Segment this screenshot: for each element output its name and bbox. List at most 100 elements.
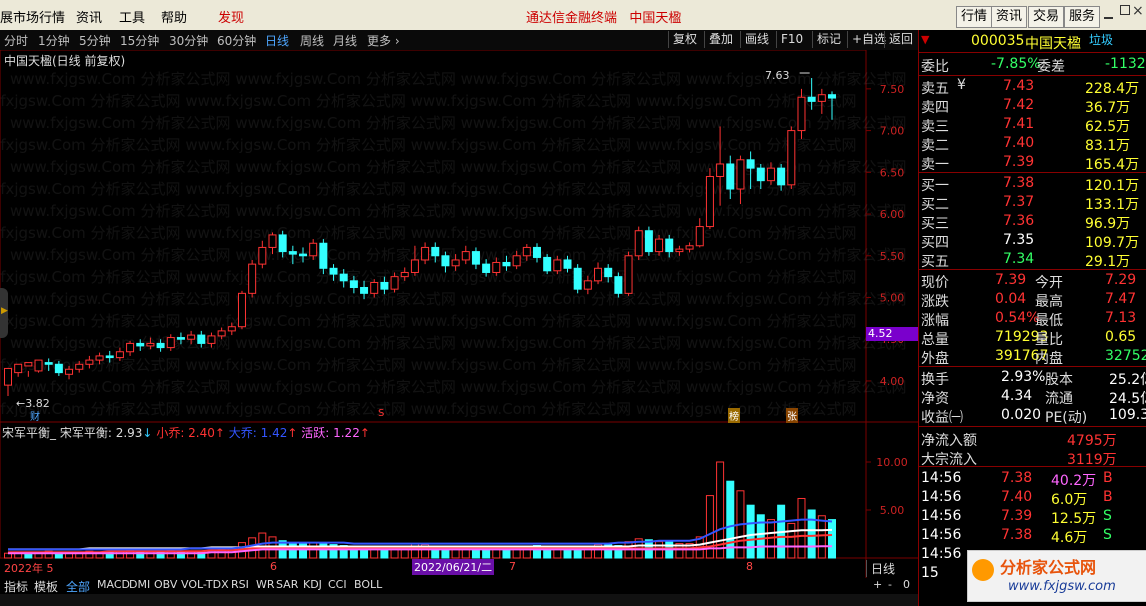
candle-body xyxy=(24,362,33,367)
event-marker-limit[interactable]: 张 xyxy=(786,408,798,423)
tab-obv[interactable]: OBV xyxy=(154,578,177,591)
period-tab[interactable]: 月线 xyxy=(333,32,357,49)
indicator-legend: 宋军平衡_ 宋军平衡: 2.93↓ 小乔: 2.40↑ 大乔: 1.42↑ 活跃… xyxy=(2,424,370,441)
tool-f10[interactable]: F10 xyxy=(776,31,803,48)
candle-body xyxy=(54,363,63,374)
btn-quote[interactable]: 行情 xyxy=(956,6,993,28)
maximize-icon[interactable] xyxy=(1120,5,1130,15)
date-label: 8 xyxy=(746,560,753,573)
tool-draw[interactable]: 画线 xyxy=(740,31,769,48)
candle-body xyxy=(187,334,196,340)
candle-body xyxy=(319,242,328,269)
zoom-out-button[interactable]: - xyxy=(888,578,892,591)
high-price-label: 7.63 xyxy=(765,69,790,82)
period-tab-active[interactable]: 日线 xyxy=(265,32,289,49)
menu-market[interactable]: 展市场行情 xyxy=(0,7,65,26)
reset-button[interactable]: 0 xyxy=(903,578,910,591)
zoom-in-button[interactable]: + xyxy=(873,578,882,591)
tab-indicator[interactable]: 指标 xyxy=(4,578,28,595)
tab-macd[interactable]: MACD xyxy=(97,578,130,591)
sell-level-price: 7.43 xyxy=(1003,78,1035,94)
tab-cci[interactable]: CCI xyxy=(328,578,347,591)
tab-sar[interactable]: SAR xyxy=(276,578,298,591)
candle-body xyxy=(44,362,53,365)
tab-all[interactable]: 全部 xyxy=(66,578,90,595)
sell-level-volume: 36.7万 xyxy=(1085,100,1131,116)
date-label: 2022年 5 xyxy=(4,562,54,575)
period-tab[interactable]: 15分钟 xyxy=(120,32,159,49)
watermark-text: www.fxjgsw.Com 分析家公式网 www.fxjgsw.Com 分析家… xyxy=(0,356,857,374)
tab-template[interactable]: 模板 xyxy=(34,578,58,595)
tick-time: 14:56 xyxy=(921,527,962,543)
menu-news[interactable]: 资讯 xyxy=(76,7,102,26)
tick-volume: 6.0万 xyxy=(1051,492,1088,508)
candle-body xyxy=(227,326,236,332)
menu-discover[interactable]: 发现 xyxy=(218,7,244,26)
buy-level-volume: 96.9万 xyxy=(1085,216,1131,232)
buy-level-volume: 133.1万 xyxy=(1085,197,1140,213)
tool-mark[interactable]: 标记 xyxy=(812,31,841,48)
volume-bar xyxy=(828,519,836,559)
period-tab[interactable]: 5分钟 xyxy=(79,32,111,49)
buy-level-price: 7.35 xyxy=(1003,232,1035,248)
menu-tools[interactable]: 工具 xyxy=(119,7,145,26)
candle-body xyxy=(756,167,765,182)
fund-label: 净资 xyxy=(921,391,949,407)
candle-body xyxy=(75,363,84,370)
logo-title: 分析家公式网 xyxy=(1000,558,1097,577)
watermark-text: www.fxjgsw.Com 分析家公式网 www.fxjgsw.Com 分析家… xyxy=(0,268,857,286)
close-icon[interactable]: × xyxy=(1132,3,1144,19)
flow-value: 3119万 xyxy=(1067,452,1117,468)
candle-body xyxy=(553,259,562,272)
tab-kdj[interactable]: KDJ xyxy=(303,578,322,591)
btn-info[interactable]: 资讯 xyxy=(991,6,1028,28)
buy-level-price: 7.34 xyxy=(1003,251,1035,267)
y-tick-label: 4.00 xyxy=(880,375,905,388)
buy-level-label: 买二 xyxy=(921,197,949,213)
menu-help[interactable]: 帮助 xyxy=(161,7,187,26)
stat-label: 涨幅 xyxy=(921,313,949,329)
tab-boll[interactable]: BOLL xyxy=(354,578,382,591)
period-tab[interactable]: 周线 xyxy=(300,32,324,49)
tick-volume: 4.6万 xyxy=(1051,530,1088,546)
minimize-icon[interactable] xyxy=(1104,8,1113,19)
candle-body xyxy=(288,251,297,255)
sell-level-volume: 62.5万 xyxy=(1085,119,1131,135)
stock-tag[interactable]: 垃圾 xyxy=(1089,31,1113,48)
period-tab[interactable]: 分时 xyxy=(4,32,28,49)
stock-name: 中国天楹 xyxy=(1025,36,1081,52)
quote-expand-icon[interactable]: ▼ xyxy=(921,33,929,46)
tick-volume: 40.2万 xyxy=(1051,473,1097,489)
tool-back[interactable]: 返回 xyxy=(884,31,913,48)
period-tab[interactable]: 1分钟 xyxy=(38,32,70,49)
chart-title: 中国天楹(日线 前复权) xyxy=(4,54,126,68)
period-indicator: 日线 xyxy=(866,560,921,577)
event-marker-finance[interactable]: 财 xyxy=(30,408,40,423)
watermark-text: www.fxjgsw.Com 分析家公式网 www.fxjgsw.Com 分析家… xyxy=(0,224,857,242)
candle-body xyxy=(34,359,43,372)
tab-rsi[interactable]: RSI xyxy=(231,578,249,591)
volume-bar xyxy=(787,522,796,559)
tool-fuquan[interactable]: 复权 xyxy=(668,31,697,48)
btn-trade[interactable]: 交易 xyxy=(1028,6,1065,28)
candle-body xyxy=(766,167,775,182)
event-marker-s[interactable]: S xyxy=(378,408,384,419)
more-periods[interactable]: 更多 › xyxy=(367,32,400,49)
tool-overlay[interactable]: 叠加 xyxy=(704,31,733,48)
tab-dmi[interactable]: DMI xyxy=(129,578,150,591)
stat-label: 涨跌 xyxy=(921,294,949,310)
candle-body xyxy=(146,342,155,347)
btn-service[interactable]: 服务 xyxy=(1064,6,1101,28)
tab-vol-tdx[interactable]: VOL-TDX xyxy=(181,578,229,591)
tool-add-watch[interactable]: +自选 xyxy=(847,31,886,48)
sell-level-price: 7.39 xyxy=(1003,154,1035,170)
period-tab[interactable]: 30分钟 xyxy=(169,32,208,49)
period-tab[interactable]: 60分钟 xyxy=(217,32,256,49)
tab-wr[interactable]: WR xyxy=(256,578,275,591)
side-panel-handle[interactable]: ▶ xyxy=(0,288,8,338)
event-marker-list[interactable]: 榜 xyxy=(728,408,740,423)
candle-body xyxy=(166,337,175,349)
stat-value: 7.13 xyxy=(1105,310,1137,326)
chart-area[interactable]: www.fxjgsw.Com 分析家公式网 www.fxjgsw.Com 分析家… xyxy=(0,49,921,578)
candle-body xyxy=(197,334,206,344)
